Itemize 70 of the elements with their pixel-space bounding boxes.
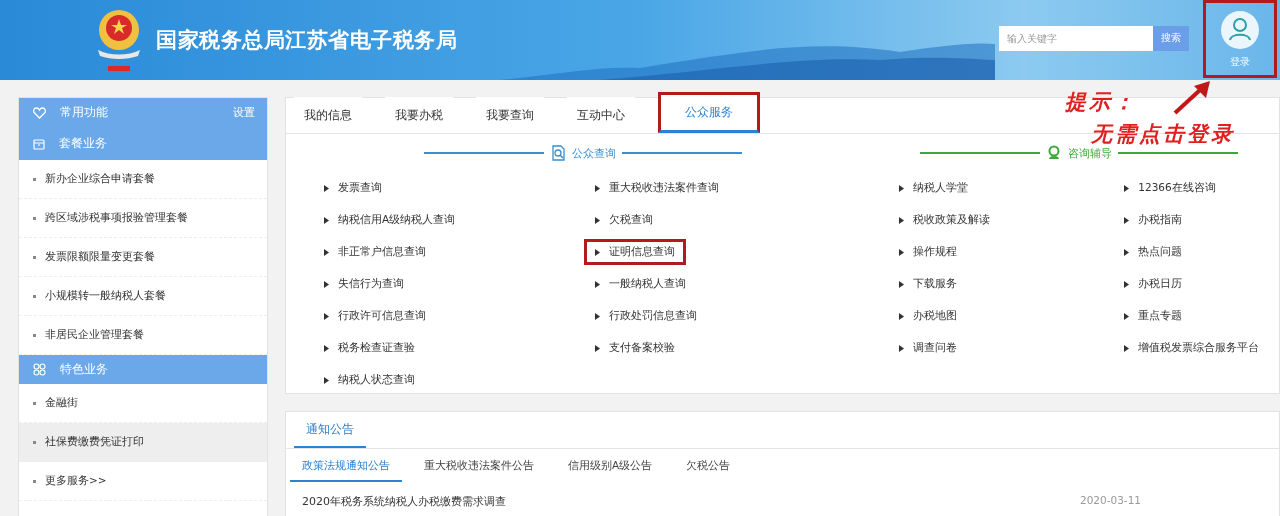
annotation-note: 无需点击登录 bbox=[1090, 121, 1235, 148]
triangle-icon bbox=[595, 248, 601, 256]
service-link[interactable]: 税收政策及解读 bbox=[896, 207, 993, 233]
service-link[interactable]: 重点专题 bbox=[1121, 303, 1186, 329]
triangle-icon bbox=[324, 312, 329, 320]
service-link[interactable]: 行政处罚信息查询 bbox=[592, 303, 701, 329]
service-link[interactable]: 欠税查询 bbox=[592, 207, 657, 233]
service-link[interactable]: 支付备案校验 bbox=[592, 335, 679, 361]
service-link[interactable]: 纳税人状态查询 bbox=[321, 367, 418, 393]
triangle-icon bbox=[899, 312, 904, 320]
service-link[interactable]: 发票查询 bbox=[321, 175, 385, 201]
triangle-icon bbox=[899, 184, 904, 192]
service-link[interactable]: 增值税发票综合服务平台 bbox=[1121, 335, 1263, 361]
triangle-icon bbox=[324, 248, 329, 256]
triangle-icon bbox=[1124, 248, 1130, 256]
triangle-icon bbox=[324, 344, 329, 352]
triangle-icon bbox=[595, 184, 601, 192]
box-icon bbox=[33, 137, 45, 150]
search-field[interactable]: 输入关键字 bbox=[999, 25, 1153, 51]
service-link[interactable]: 行政许可信息查询 bbox=[321, 303, 429, 329]
triangle-icon bbox=[899, 248, 904, 256]
heart-icon bbox=[33, 106, 46, 119]
triangle-icon bbox=[899, 216, 904, 224]
grid-icon bbox=[33, 363, 46, 376]
service-link[interactable]: 12366在线咨询 bbox=[1121, 175, 1219, 201]
annotation-arrow bbox=[1172, 80, 1212, 116]
section-title: 咨询辅导 bbox=[1068, 145, 1112, 161]
triangle-icon bbox=[595, 280, 601, 288]
site-title: 国家税务总局江苏省电子税务局 bbox=[156, 27, 457, 54]
triangle-icon bbox=[899, 344, 904, 352]
notice-date: 2020-03-11 bbox=[1079, 494, 1141, 508]
service-link[interactable]: 下载服务 bbox=[896, 271, 960, 297]
triangle-icon bbox=[1124, 216, 1130, 224]
triangle-icon bbox=[1124, 344, 1130, 352]
service-link[interactable]: 税务检查证查验 bbox=[321, 335, 418, 361]
triangle-icon bbox=[595, 312, 601, 320]
service-link[interactable]: 调查问卷 bbox=[896, 335, 960, 361]
triangle-icon bbox=[899, 280, 904, 288]
service-link[interactable]: 办税地图 bbox=[896, 303, 960, 329]
service-link[interactable]: 非正常户信息查询 bbox=[321, 239, 429, 265]
triangle-icon bbox=[324, 376, 329, 384]
service-link[interactable]: 重大税收违法案件查询 bbox=[592, 175, 723, 201]
section-title: 公众查询 bbox=[571, 145, 616, 161]
triangle-icon bbox=[324, 216, 329, 224]
notice-title[interactable]: 2020年税务系统纳税人办税缴费需求调查 bbox=[302, 494, 506, 509]
triangle-icon bbox=[324, 184, 329, 192]
service-link[interactable]: 热点问题 bbox=[1121, 239, 1186, 265]
service-link[interactable]: 一般纳税人查询 bbox=[592, 271, 690, 297]
search-icon bbox=[549, 145, 566, 161]
user-icon bbox=[1221, 11, 1259, 49]
annotation-note: 提示： bbox=[1065, 89, 1137, 116]
nav-tab[interactable]: 公众服务 bbox=[658, 92, 760, 133]
service-link[interactable]: 办税指南 bbox=[1121, 207, 1186, 233]
group-title: 套餐业务 bbox=[59, 135, 108, 152]
triangle-icon bbox=[595, 344, 601, 352]
triangle-icon bbox=[324, 280, 329, 288]
service-link[interactable]: 纳税人学堂 bbox=[896, 175, 971, 201]
service-link[interactable]: 证明信息查询 bbox=[584, 239, 687, 265]
triangle-icon bbox=[1124, 312, 1130, 320]
service-link[interactable]: 失信行为查询 bbox=[321, 271, 407, 297]
service-link[interactable]: 纳税信用A级纳税人查询 bbox=[321, 207, 459, 233]
triangle-icon bbox=[1124, 280, 1130, 288]
notice-subtab[interactable]: 政策法规通知公告 bbox=[290, 459, 402, 482]
service-link[interactable]: 办税日历 bbox=[1121, 271, 1186, 297]
sidebar-item[interactable]: 社保费缴费凭证打印 bbox=[19, 423, 267, 462]
service-link[interactable]: 操作规程 bbox=[896, 239, 960, 265]
group-title: 常用功能 bbox=[60, 104, 109, 121]
triangle-icon bbox=[1124, 184, 1130, 192]
triangle-icon bbox=[595, 216, 601, 224]
group-title: 特色业务 bbox=[60, 361, 109, 378]
